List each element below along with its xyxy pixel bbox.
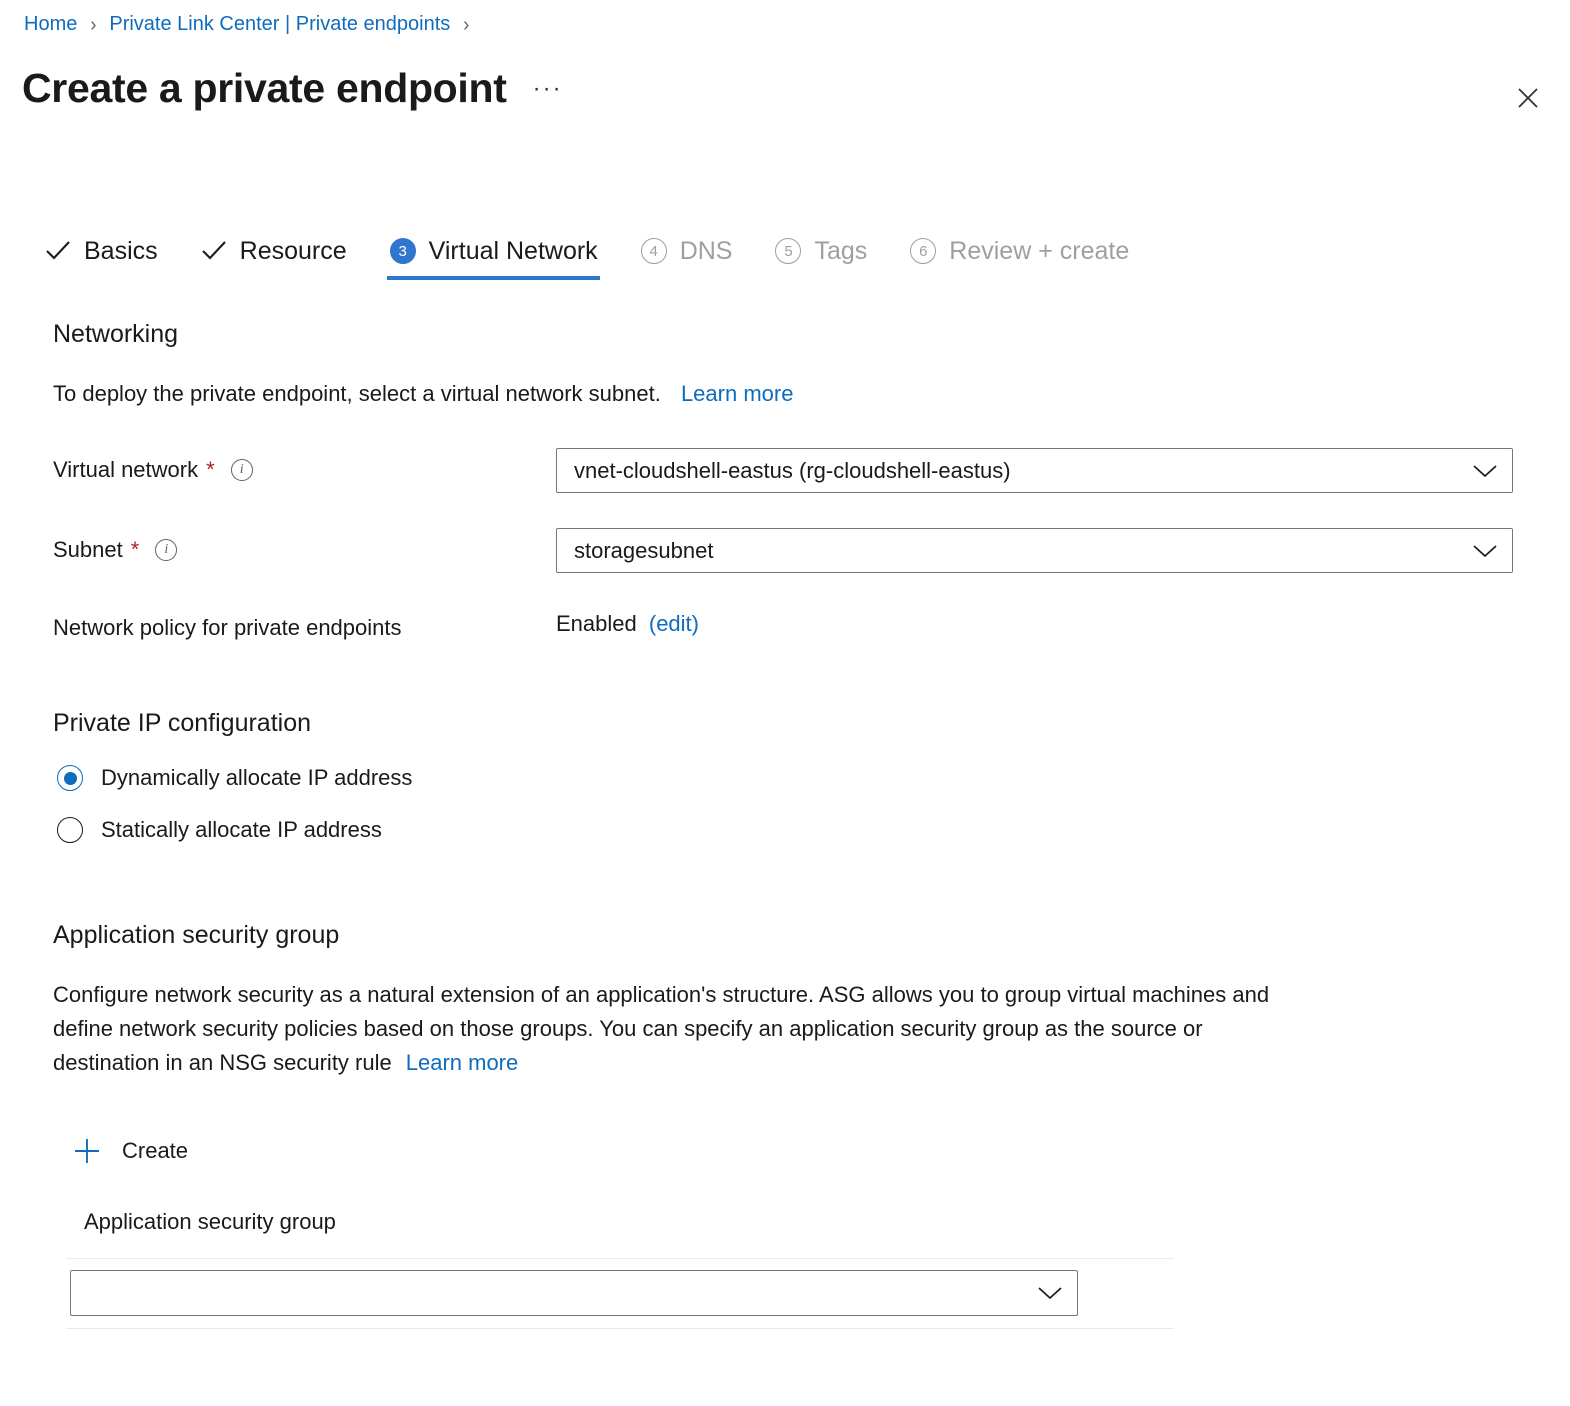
asg-grid-row-divider <box>66 1328 1174 1329</box>
more-options-button[interactable]: ··· <box>533 75 563 103</box>
plus-icon <box>72 1136 102 1166</box>
breadcrumb-item-home[interactable]: Home <box>24 14 77 34</box>
tab-label: DNS <box>679 236 733 265</box>
tab-label: Resource <box>239 236 347 265</box>
asg-heading: Application security group <box>53 921 340 949</box>
network-policy-label: Network policy for private endpoints <box>53 615 402 641</box>
step-number: 4 <box>640 238 667 264</box>
asg-description: Configure network security as a natural … <box>53 978 1513 1080</box>
info-icon[interactable]: i <box>155 539 178 561</box>
network-policy-label-text: Network policy for private endpoints <box>53 615 402 640</box>
asg-grid-column-header: Application security group <box>84 1209 336 1234</box>
asg-learn-more-link[interactable]: Learn more <box>406 1050 519 1075</box>
breadcrumb: Home › Private Link Center | Private end… <box>24 12 482 36</box>
tab-active-indicator <box>386 276 600 280</box>
networking-description-text: To deploy the private endpoint, select a… <box>53 381 661 406</box>
virtual-network-label: Virtual network <box>53 457 199 482</box>
subnet-dropdown[interactable]: storagesubnet <box>556 528 1513 573</box>
asg-description-line2: define network security policies based o… <box>53 1016 1203 1042</box>
step-number: 5 <box>775 238 802 264</box>
step-number: 3 <box>389 238 416 264</box>
virtual-network-value: vnet-cloudshell-eastus (rg-cloudshell-ea… <box>574 457 1011 483</box>
radio-indicator <box>57 765 83 791</box>
asg-description-line3: destination in an NSG security rule <box>53 1050 392 1076</box>
networking-description: To deploy the private endpoint, select a… <box>53 377 793 411</box>
page-title: Create a private endpoint <box>22 65 507 111</box>
tab-label: Virtual Network <box>428 236 598 265</box>
required-marker: * <box>206 457 215 482</box>
step-number: 6 <box>910 238 937 264</box>
radio-dynamic-ip[interactable]: Dynamically allocate IP address <box>57 765 412 791</box>
subnet-label: Subnet <box>53 537 123 562</box>
page-title-row: Create a private endpoint ··· <box>22 65 563 111</box>
step-number-badge: 4 <box>640 237 668 265</box>
wizard-tabs: Basics Resource 3 Virtual Network 4 DNS … <box>42 228 1169 292</box>
step-number-badge: 3 <box>389 237 417 265</box>
tab-tags[interactable]: 5 Tags <box>772 228 869 274</box>
check-icon <box>200 237 228 265</box>
tab-basics[interactable]: Basics <box>42 228 160 274</box>
radio-static-ip[interactable]: Statically allocate IP address <box>57 817 382 843</box>
close-icon <box>1518 88 1538 108</box>
subnet-label-group: Subnet * i <box>53 537 178 563</box>
asg-create-button[interactable]: Create <box>72 1136 188 1166</box>
tab-review-create[interactable]: 6 Review + create <box>907 228 1131 274</box>
step-number-badge: 5 <box>774 237 802 265</box>
asg-description-line1: Configure network security as a natural … <box>53 982 1270 1007</box>
tab-label: Basics <box>84 236 158 265</box>
asg-selector-dropdown[interactable] <box>70 1270 1078 1316</box>
virtual-network-label-group: Virtual network * i <box>53 457 253 483</box>
step-number-badge: 6 <box>909 237 937 265</box>
chevron-down-icon <box>1037 1285 1063 1301</box>
radio-label: Dynamically allocate IP address <box>101 765 413 790</box>
asg-grid-header-divider <box>66 1258 1174 1259</box>
info-icon[interactable]: i <box>230 459 253 481</box>
tab-label: Tags <box>814 236 868 265</box>
radio-indicator <box>57 817 83 843</box>
breadcrumb-chevron-icon: › <box>463 12 470 36</box>
breadcrumb-item-private-link-center[interactable]: Private Link Center | Private endpoints <box>109 14 450 34</box>
network-policy-value: Enabled <box>556 611 637 636</box>
check-icon <box>44 237 72 265</box>
network-policy-edit-link[interactable]: (edit) <box>649 611 699 636</box>
network-policy-value-group: Enabled (edit) <box>556 611 699 637</box>
radio-label: Statically allocate IP address <box>101 817 382 842</box>
asg-create-label: Create <box>122 1138 189 1163</box>
tab-label: Review + create <box>949 236 1130 265</box>
chevron-down-icon <box>1472 463 1498 479</box>
networking-heading: Networking <box>53 320 179 348</box>
close-button[interactable] <box>1508 78 1548 118</box>
tab-resource[interactable]: Resource <box>198 228 349 274</box>
breadcrumb-chevron-icon: › <box>90 12 97 36</box>
virtual-network-dropdown[interactable]: vnet-cloudshell-eastus (rg-cloudshell-ea… <box>556 448 1513 493</box>
chevron-down-icon <box>1472 543 1498 559</box>
subnet-value: storagesubnet <box>574 537 714 563</box>
networking-learn-more-link[interactable]: Learn more <box>681 381 794 406</box>
private-ip-heading: Private IP configuration <box>53 709 312 737</box>
required-marker: * <box>130 537 140 562</box>
tab-dns[interactable]: 4 DNS <box>638 228 735 274</box>
tab-virtual-network[interactable]: 3 Virtual Network <box>386 228 600 280</box>
